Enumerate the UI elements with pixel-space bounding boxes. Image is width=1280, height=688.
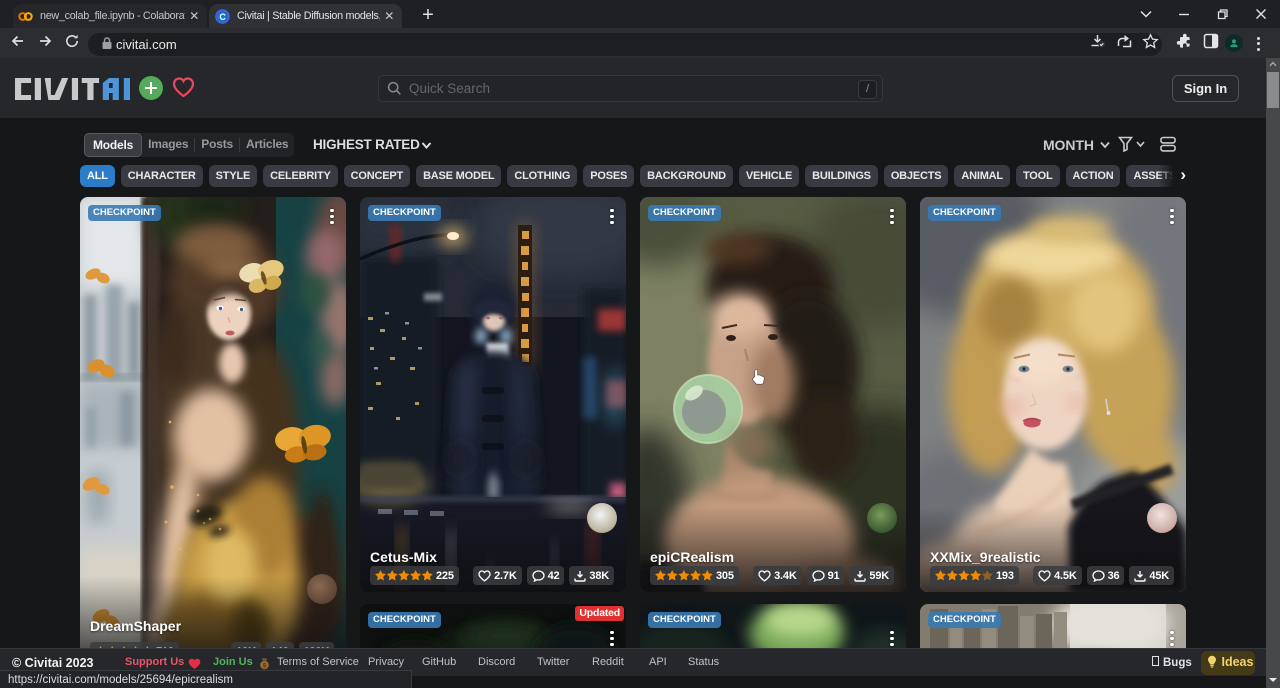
svg-text:$: $ [263, 663, 267, 670]
